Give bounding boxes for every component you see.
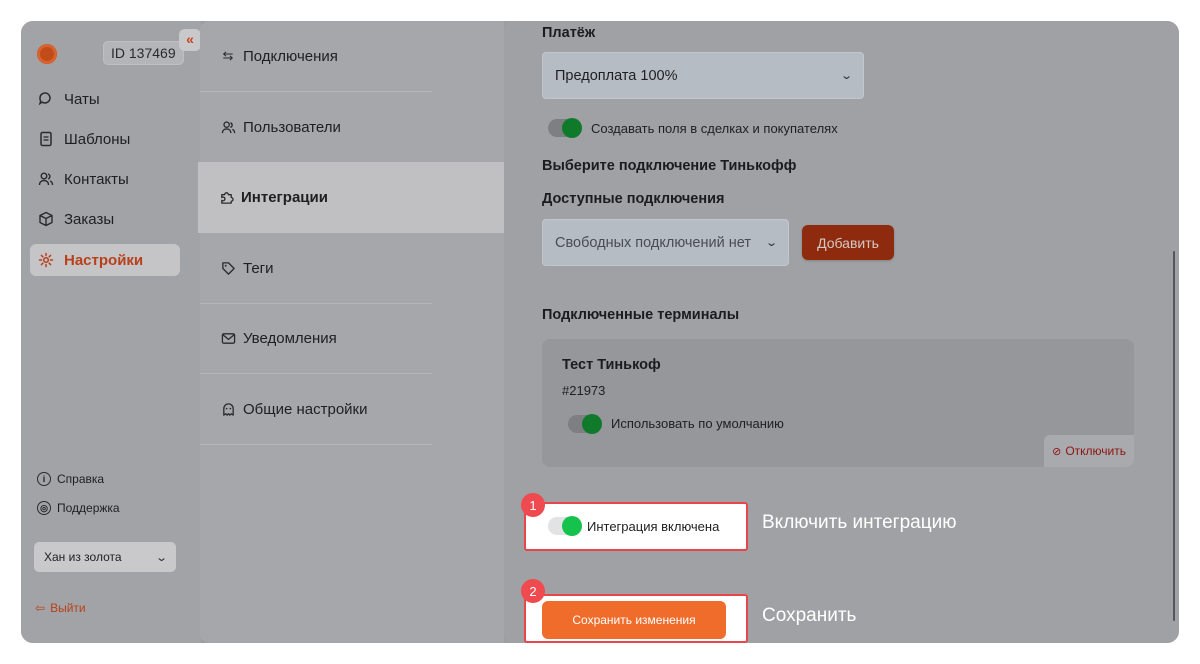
available-connections-value: Свободных подключений нет (555, 234, 751, 251)
support-link[interactable]: ◎ Поддержка (37, 501, 120, 515)
connected-terminals-heading: Подключенные терминалы (542, 307, 740, 323)
scrollbar[interactable] (1173, 251, 1175, 621)
terminal-card: Тест Тинькоф #21973 Использовать по умол… (542, 339, 1134, 467)
chevron-down-icon: ⌄ (154, 551, 168, 564)
box-icon (37, 210, 55, 228)
ban-icon: ⊘ (1052, 445, 1062, 458)
mail-icon (220, 331, 236, 346)
logout-label: Выйти (50, 601, 86, 615)
terminal-name: Тест Тинькоф (562, 357, 661, 373)
organization-select[interactable]: Хан из золота ⌄ (34, 542, 176, 572)
step-badge-2: 2 (521, 579, 545, 603)
settings-menu: ⇆ Подключения Пользователи Интеграции Те… (198, 21, 504, 643)
users-icon (220, 120, 236, 135)
menu-item-connections[interactable]: ⇆ Подключения (200, 21, 432, 92)
integration-toggle-highlight: Интеграция включена (524, 502, 748, 551)
terminal-number: #21973 (562, 383, 606, 398)
disconnect-label: Отключить (1065, 444, 1126, 458)
account-id-badge: ID 137469 (103, 41, 184, 65)
nav-item-chats[interactable]: Чаты (30, 83, 180, 115)
menu-item-integrations[interactable]: Интеграции (198, 162, 504, 233)
nav-item-settings[interactable]: Настройки (30, 244, 180, 276)
gear-icon (37, 251, 55, 269)
tag-icon (220, 261, 236, 276)
use-default-toggle[interactable] (568, 414, 602, 434)
app-window: ID 137469 « Чаты Шаблоны Контакты Заказы (21, 21, 1179, 643)
lifebuoy-icon: ◎ (37, 501, 51, 515)
logout-link[interactable]: ⇦ Выйти (35, 601, 86, 615)
ghost-icon (220, 402, 236, 417)
payment-select[interactable]: Предоплата 100% ⌄ (542, 52, 864, 99)
add-connection-button[interactable]: Добавить (802, 225, 894, 260)
arrows-icon: ⇆ (222, 48, 234, 63)
help-label: Справка (57, 472, 105, 486)
logo (37, 44, 57, 64)
nav-item-contacts[interactable]: Контакты (30, 163, 180, 195)
nav-item-label: Шаблоны (64, 130, 131, 148)
menu-item-general-settings[interactable]: Общие настройки (200, 374, 432, 445)
collapse-sidebar-button[interactable]: « (179, 29, 201, 51)
payment-select-value: Предоплата 100% (555, 67, 678, 84)
callout-text-2: Сохранить (762, 605, 857, 626)
puzzle-icon (218, 190, 234, 205)
chat-icon (37, 90, 55, 108)
use-default-label: Использовать по умолчанию (611, 416, 784, 431)
chevron-down-icon: ⌄ (839, 70, 853, 82)
integration-enabled-toggle[interactable] (548, 516, 582, 536)
template-icon (37, 130, 55, 148)
nav-item-templates[interactable]: Шаблоны (30, 123, 180, 155)
menu-item-label: Теги (243, 259, 274, 277)
menu-item-label: Подключения (243, 47, 338, 65)
info-icon: i (37, 472, 51, 486)
save-button-highlight: Сохранить изменения (524, 594, 748, 643)
menu-item-users[interactable]: Пользователи (200, 92, 432, 163)
nav-item-label: Чаты (64, 90, 100, 108)
menu-item-tags[interactable]: Теги (200, 233, 432, 304)
create-fields-label: Создавать поля в сделках и покупателях (591, 121, 838, 136)
nav-item-label: Настройки (64, 251, 144, 269)
toggle-knob (582, 414, 602, 434)
menu-item-label: Общие настройки (243, 400, 368, 418)
help-link[interactable]: i Справка (37, 472, 104, 486)
menu-item-label: Интеграции (241, 189, 328, 206)
menu-item-notifications[interactable]: Уведомления (200, 303, 432, 374)
available-connections-select[interactable]: Свободных подключений нет ⌄ (542, 219, 789, 266)
left-nav: ID 137469 « Чаты Шаблоны Контакты Заказы (21, 21, 201, 643)
contacts-icon (37, 170, 55, 188)
integration-enabled-label: Интеграция включена (587, 519, 720, 534)
nav-item-orders[interactable]: Заказы (30, 203, 180, 235)
logout-icon: ⇦ (35, 601, 46, 615)
choose-connection-heading: Выберите подключение Тинькофф (542, 158, 797, 174)
create-fields-toggle[interactable] (548, 118, 582, 138)
menu-item-label: Уведомления (243, 329, 337, 347)
menu-item-label: Пользователи (243, 118, 341, 136)
available-connections-label: Доступные подключения (542, 191, 725, 207)
step-badge-1: 1 (521, 493, 545, 517)
organization-select-value: Хан из золота (44, 550, 122, 564)
nav-item-label: Заказы (64, 210, 115, 228)
support-label: Поддержка (57, 501, 120, 515)
payment-label: Платёж (542, 25, 596, 41)
save-changes-button[interactable]: Сохранить изменения (542, 601, 726, 639)
chevron-down-icon: ⌄ (764, 237, 778, 249)
toggle-knob (562, 516, 582, 536)
disconnect-button[interactable]: ⊘ Отключить (1044, 435, 1134, 467)
callout-text-1: Включить интеграцию (762, 512, 957, 533)
toggle-knob (562, 118, 582, 138)
nav-item-label: Контакты (64, 170, 129, 188)
